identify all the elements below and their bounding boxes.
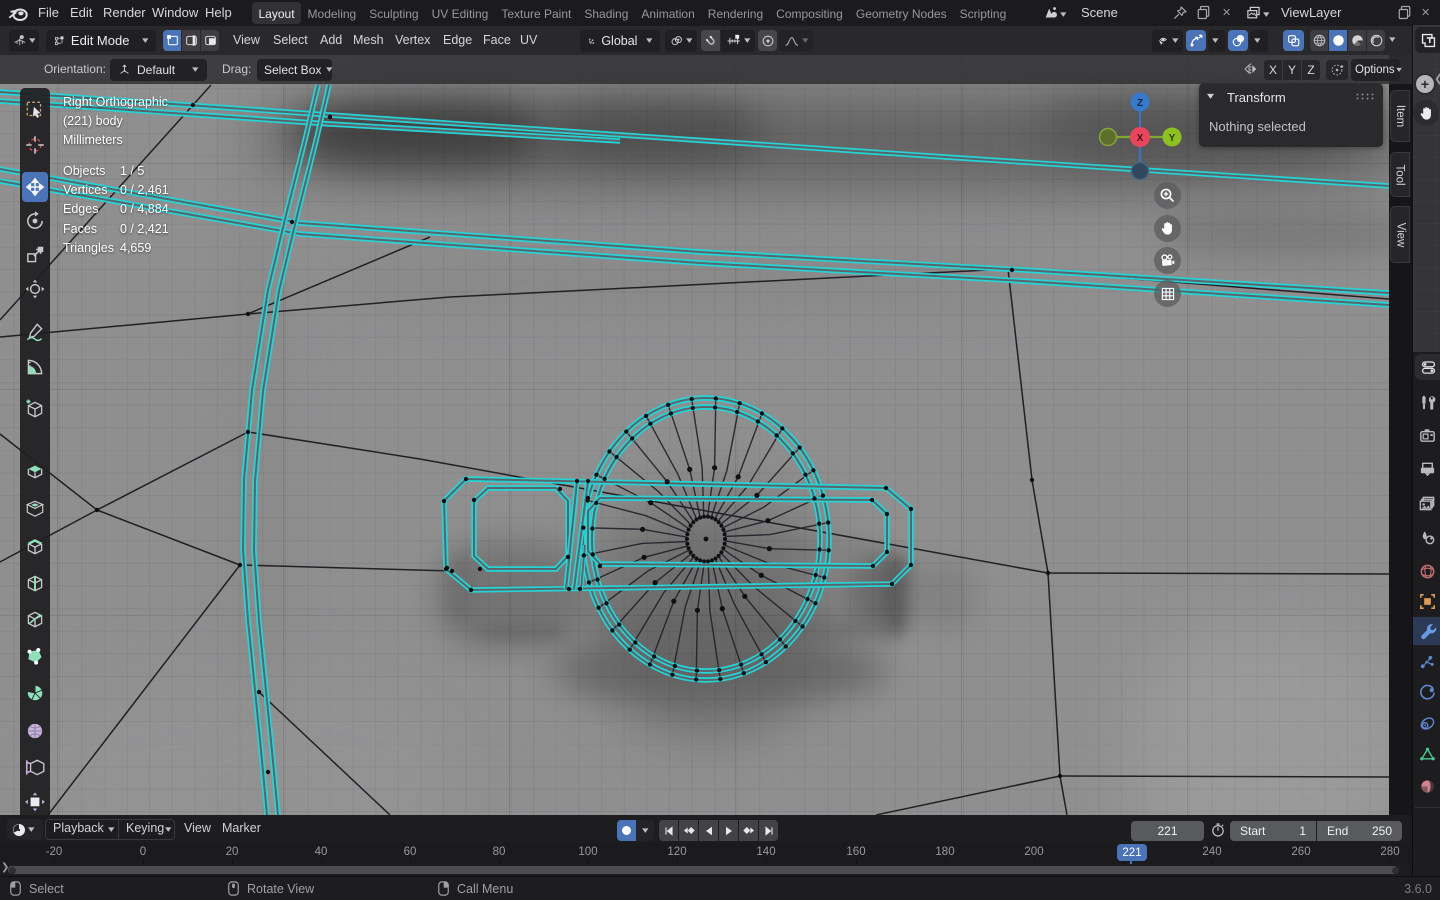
svg-text:Y: Y (1169, 133, 1176, 144)
svg-text:X: X (1137, 133, 1144, 144)
svg-text:Z: Z (1137, 98, 1143, 109)
